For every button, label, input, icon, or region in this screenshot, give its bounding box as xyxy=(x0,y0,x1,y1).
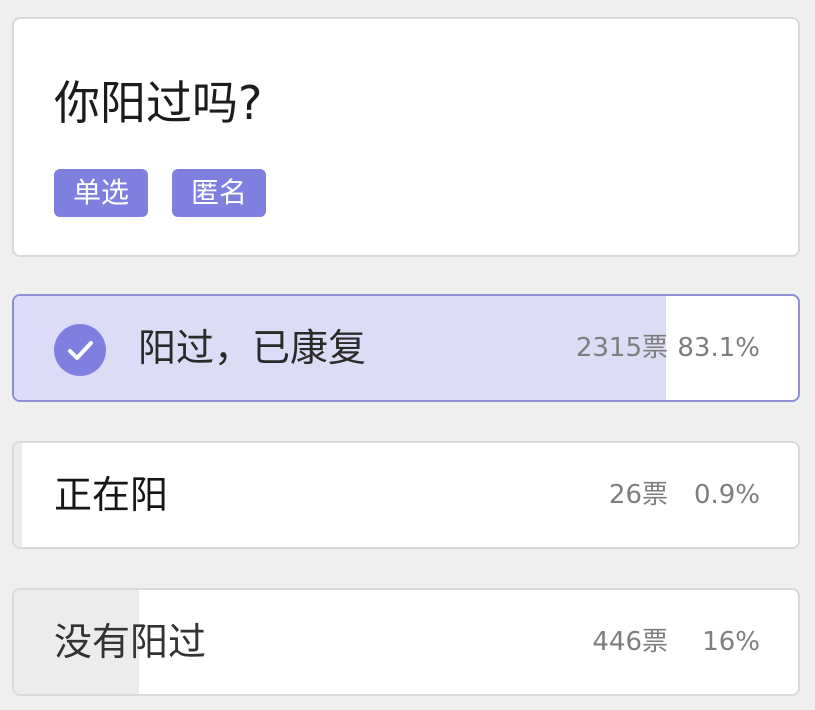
poll-question-card: 你阳过吗? 单选 匿名 xyxy=(12,17,800,257)
option-vote-count: 2315票 xyxy=(575,333,668,363)
option-label: 正在阳 xyxy=(54,473,169,517)
option-percentage: 16% xyxy=(702,627,760,657)
option-result-bar xyxy=(14,443,22,547)
single-choice-tag: 单选 xyxy=(54,169,148,217)
poll-option-never-positive[interactable]: 没有阳过 446票 16% xyxy=(12,588,800,696)
poll-option-recovered[interactable]: 阳过，已康复 2315票 83.1% xyxy=(12,294,800,402)
option-percentage: 83.1% xyxy=(677,333,760,363)
poll-option-currently-positive[interactable]: 正在阳 26票 0.9% xyxy=(12,441,800,549)
option-label: 阳过，已康复 xyxy=(138,326,367,370)
check-icon xyxy=(54,324,106,376)
option-vote-count: 26票 xyxy=(608,480,668,510)
poll-question: 你阳过吗? xyxy=(54,76,263,130)
anonymous-tag: 匿名 xyxy=(172,169,266,217)
option-label: 没有阳过 xyxy=(54,620,207,664)
option-percentage: 0.9% xyxy=(693,480,760,510)
option-vote-count: 446票 xyxy=(592,627,668,657)
check-icon-circle xyxy=(54,324,106,376)
